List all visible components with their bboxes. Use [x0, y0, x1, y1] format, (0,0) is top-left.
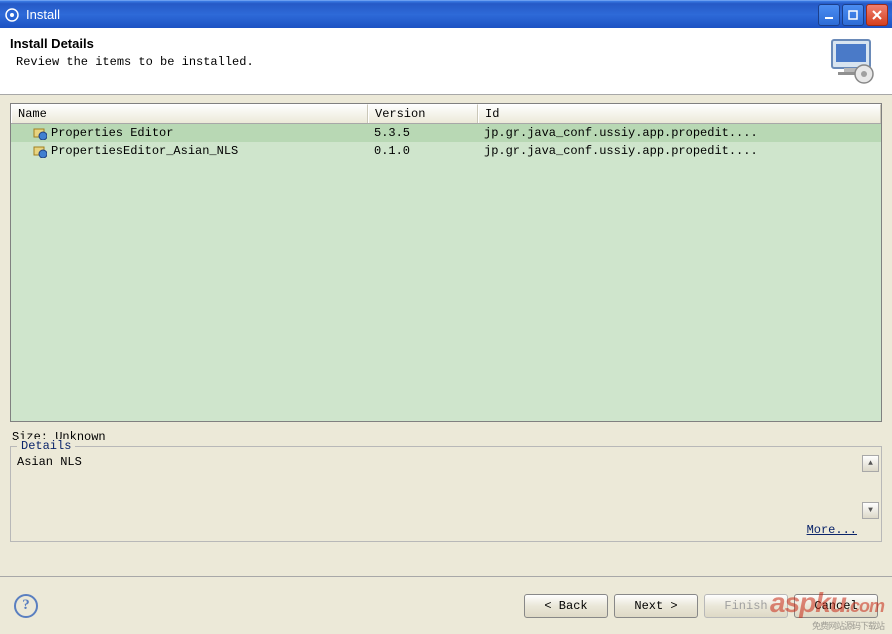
- row-version: 5.3.5: [368, 126, 478, 140]
- table-row[interactable]: PropertiesEditor_Asian_NLS 0.1.0 jp.gr.j…: [11, 142, 881, 160]
- help-button[interactable]: ?: [14, 594, 38, 618]
- install-table: Name Version Id Properties Editor 5.3.5 …: [10, 103, 882, 422]
- maximize-button[interactable]: [842, 4, 864, 26]
- finish-button: Finish: [704, 594, 788, 618]
- table-header-row: Name Version Id: [11, 104, 881, 124]
- more-link[interactable]: More...: [807, 523, 857, 537]
- banner-subtitle: Review the items to be installed.: [16, 55, 826, 69]
- wizard-banner: Install Details Review the items to be i…: [0, 28, 892, 95]
- next-button[interactable]: Next >: [614, 594, 698, 618]
- banner-title: Install Details: [10, 36, 826, 51]
- scroll-up-icon[interactable]: ▲: [862, 455, 879, 472]
- content-area: Name Version Id Properties Editor 5.3.5 …: [0, 95, 892, 426]
- row-id: jp.gr.java_conf.ussiy.app.propedit....: [478, 126, 881, 140]
- row-id: jp.gr.java_conf.ussiy.app.propedit....: [478, 144, 881, 158]
- titlebar: Install: [0, 0, 892, 28]
- details-scrollbar[interactable]: ▲ ▼: [862, 455, 879, 519]
- back-button[interactable]: < Back: [524, 594, 608, 618]
- window-title: Install: [26, 7, 818, 22]
- column-header-name[interactable]: Name: [11, 104, 368, 123]
- footer-bar: ? < Back Next > Finish Cancel: [0, 576, 892, 634]
- minimize-button[interactable]: [818, 4, 840, 26]
- feature-icon: [33, 144, 47, 158]
- column-header-version[interactable]: Version: [368, 104, 478, 123]
- row-name: Properties Editor: [51, 126, 173, 140]
- install-icon: [826, 36, 880, 84]
- details-section: Details Asian NLS ▲ ▼ More...: [10, 446, 882, 542]
- table-row[interactable]: Properties Editor 5.3.5 jp.gr.java_conf.…: [11, 124, 881, 142]
- close-button[interactable]: [866, 4, 888, 26]
- size-line: Size: Unknown: [0, 426, 892, 446]
- feature-icon: [33, 126, 47, 140]
- row-version: 0.1.0: [368, 144, 478, 158]
- window-controls: [818, 4, 888, 26]
- details-legend: Details: [17, 439, 75, 453]
- table-body[interactable]: Properties Editor 5.3.5 jp.gr.java_conf.…: [11, 124, 881, 421]
- cancel-button[interactable]: Cancel: [794, 594, 878, 618]
- scroll-down-icon[interactable]: ▼: [862, 502, 879, 519]
- row-name: PropertiesEditor_Asian_NLS: [51, 144, 238, 158]
- app-icon: [4, 7, 20, 23]
- column-header-id[interactable]: Id: [478, 104, 881, 123]
- details-text: Asian NLS: [17, 455, 859, 513]
